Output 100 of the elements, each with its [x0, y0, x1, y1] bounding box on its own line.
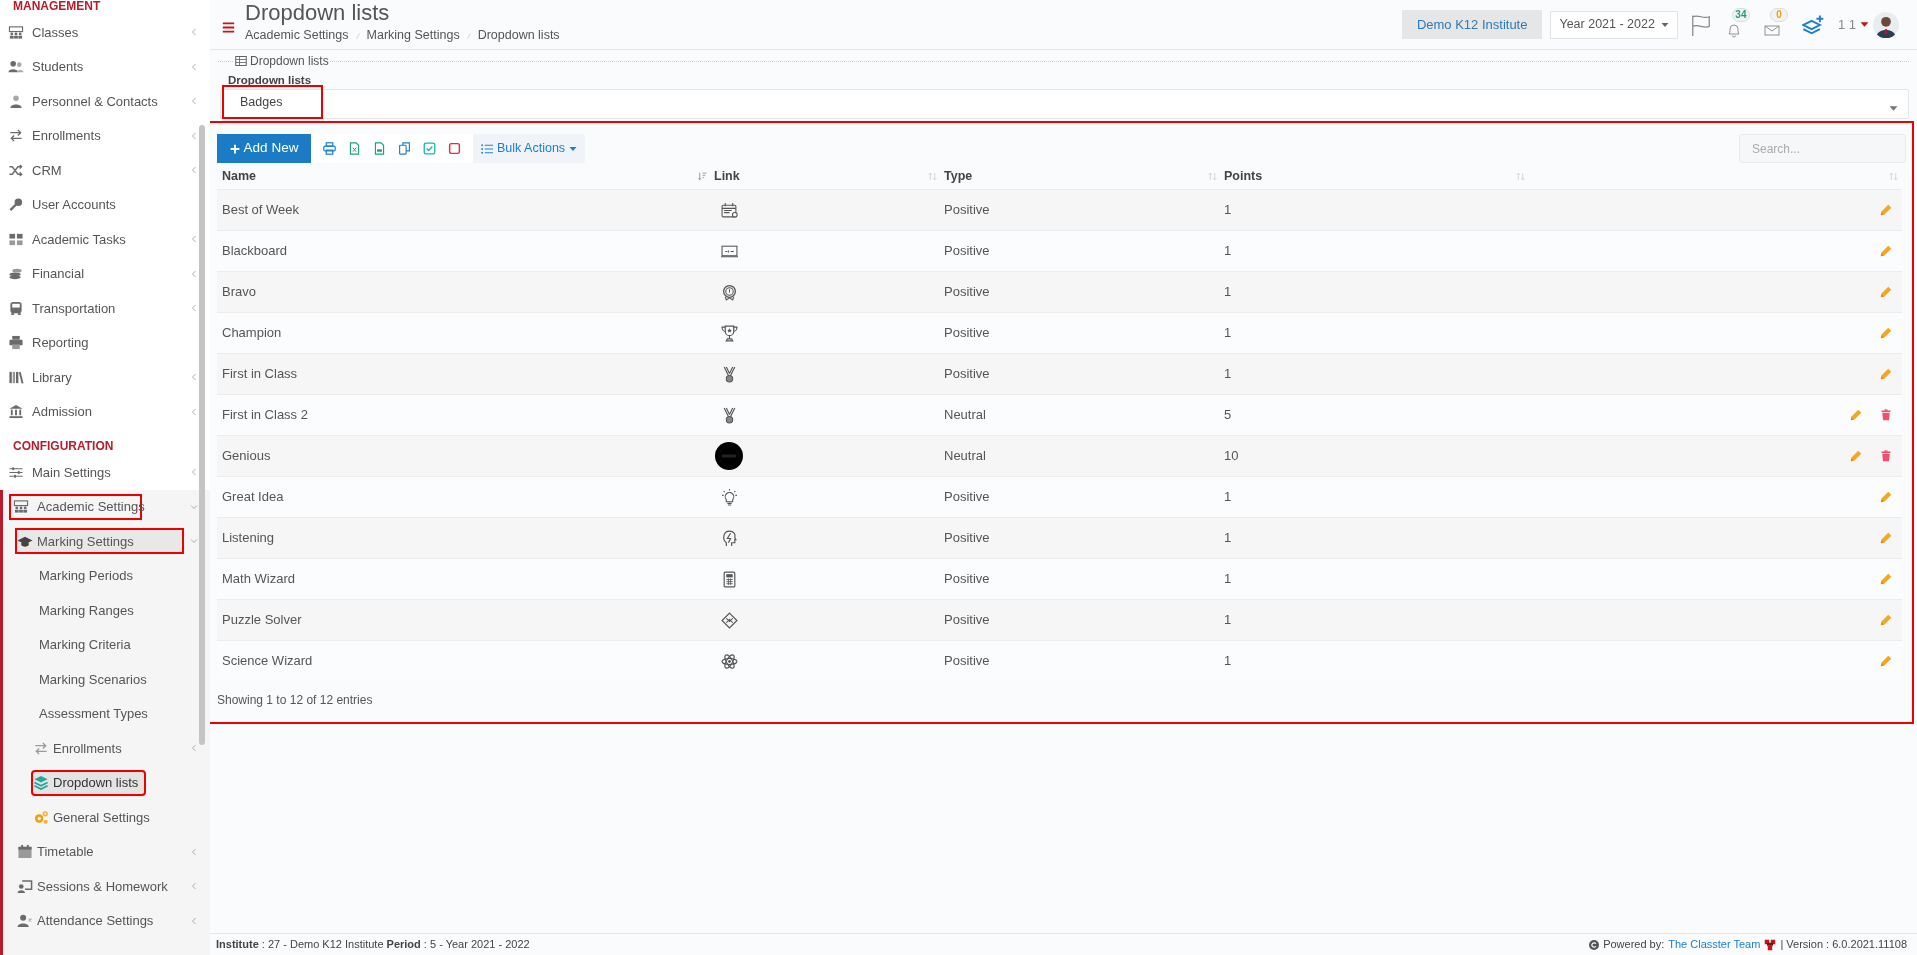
- sidebar-item[interactable]: Classes: [6, 19, 87, 46]
- users-icon: [8, 59, 24, 75]
- edit-pencil-icon[interactable]: [1850, 409, 1862, 421]
- column-header[interactable]: Type: [944, 166, 973, 186]
- table-cell: 1: [1224, 202, 1232, 218]
- sidebar-item[interactable]: Marking Criteria: [31, 631, 139, 658]
- sidebar-item[interactable]: General Settings: [31, 804, 158, 831]
- list-icon: [481, 142, 493, 155]
- sort-down-icon[interactable]: [698, 171, 707, 181]
- copy-icon[interactable]: [398, 142, 411, 155]
- breadcrumb-link[interactable]: Marking Settings: [366, 26, 460, 45]
- sidebar-item[interactable]: Main Settings: [6, 459, 119, 486]
- edit-pencil-icon[interactable]: [1880, 573, 1892, 585]
- delete-trash-icon[interactable]: [1880, 450, 1892, 462]
- tiles-icon: [8, 231, 24, 247]
- presentation-icon: [17, 878, 33, 894]
- sidebar-item[interactable]: Attendance Settings: [15, 907, 162, 934]
- scrollbar[interactable]: [199, 125, 205, 745]
- caret-down-icon: [569, 144, 578, 153]
- sidebar-item[interactable]: Enrollments: [6, 122, 109, 149]
- edit-pencil-icon[interactable]: [1880, 532, 1892, 544]
- sidebar-item[interactable]: Marking Settings: [15, 528, 184, 555]
- sort-icon[interactable]: [928, 171, 937, 181]
- sidebar-item[interactable]: Library: [6, 364, 80, 391]
- footer-info: Institute : 27 - Demo K12 Institute Period : 5 - Year 2021 - 2022: [216, 937, 530, 953]
- chevron-left-icon: [190, 847, 198, 856]
- edit-pencil-icon[interactable]: [1880, 286, 1892, 298]
- shuffle-icon: [8, 162, 24, 178]
- avatar-icon[interactable]: [1873, 11, 1899, 38]
- puzzle-diamond-icon: [721, 611, 738, 629]
- person-icon: [8, 93, 24, 109]
- table-cell: Genious: [222, 448, 271, 464]
- calculator-icon: [721, 570, 738, 588]
- sidebar-item[interactable]: Marking Scenarios: [31, 666, 155, 693]
- sidebar-item[interactable]: Reporting: [6, 329, 97, 356]
- sidebar-item[interactable]: Personnel & Contacts: [6, 88, 166, 115]
- edit-pencil-icon[interactable]: [1880, 614, 1892, 626]
- table-cell: Positive: [944, 530, 990, 546]
- delete-trash-icon[interactable]: [1880, 409, 1892, 421]
- table-cell: Positive: [944, 489, 990, 505]
- section-legend: Dropdown lists: [250, 54, 329, 68]
- powered-by-text: Powered by:: [1603, 937, 1665, 953]
- edit-pencil-icon[interactable]: [1880, 491, 1892, 503]
- table-cell: Blackboard: [222, 243, 288, 259]
- table-cell: Positive: [944, 612, 990, 628]
- institute-button[interactable]: Demo K12 Institute: [1401, 10, 1543, 39]
- add-new-button[interactable]: Add New: [217, 134, 311, 163]
- table-cell: 1: [1224, 366, 1232, 382]
- sidebar-item[interactable]: Marking Ranges: [31, 597, 142, 624]
- swap-arrows-icon: [8, 128, 24, 144]
- column-header[interactable]: Link: [714, 166, 740, 186]
- column-header[interactable]: Points: [1224, 166, 1263, 186]
- sidebar-item[interactable]: User Accounts: [6, 191, 124, 218]
- table-cell: First in Class: [222, 366, 298, 382]
- square-icon[interactable]: [448, 142, 461, 155]
- sidebar-item[interactable]: Admission: [6, 398, 100, 425]
- edit-pencil-icon[interactable]: [1850, 450, 1862, 462]
- table-info: Showing 1 to 12 of 12 entries: [217, 692, 373, 709]
- table-cell: 1: [1224, 284, 1232, 300]
- search-field[interactable]: Search...: [1739, 134, 1906, 163]
- section-heading: CONFIGURATION: [13, 438, 114, 455]
- edit-pencil-icon[interactable]: [1880, 204, 1892, 216]
- table-cell: Bravo: [222, 284, 256, 300]
- edit-pencil-icon[interactable]: [1880, 245, 1892, 257]
- sidebar-item[interactable]: Timetable: [15, 838, 102, 865]
- flag-icon[interactable]: [1689, 13, 1712, 36]
- caret-down-icon[interactable]: [1860, 20, 1869, 29]
- edit-pencil-icon[interactable]: [1880, 655, 1892, 667]
- sidebar-item[interactable]: Students: [6, 53, 92, 80]
- layers-plus-icon[interactable]: [1801, 13, 1824, 36]
- sidebar-item[interactable]: Marking Periods: [31, 562, 141, 589]
- sidebar-item[interactable]: Enrollments: [31, 735, 130, 762]
- sort-icon[interactable]: [1516, 171, 1525, 181]
- calendar-icon: [17, 844, 33, 860]
- sidebar-item[interactable]: Academic Tasks: [6, 226, 134, 253]
- field-label: Dropdown lists: [228, 73, 312, 87]
- sidebar-item[interactable]: Assessment Types: [31, 700, 156, 727]
- sidebar-item[interactable]: Transportation: [6, 295, 124, 322]
- print-icon[interactable]: [323, 142, 336, 155]
- chevron-left-icon: [190, 131, 198, 140]
- breadcrumb-link[interactable]: Academic Settings: [245, 26, 349, 45]
- chevron-left-icon: [190, 28, 198, 37]
- sort-icon[interactable]: [1889, 171, 1898, 181]
- excel-file-icon[interactable]: [348, 142, 361, 155]
- sidebar-item[interactable]: Financial: [6, 260, 93, 287]
- column-header[interactable]: Name: [222, 166, 257, 186]
- logo-icon: [1764, 938, 1777, 951]
- edit-pencil-icon[interactable]: [1880, 368, 1892, 380]
- sort-icon[interactable]: [1208, 171, 1217, 181]
- team-link[interactable]: The Classter Team: [1668, 936, 1761, 953]
- sidebar-item[interactable]: CRM: [6, 157, 70, 184]
- sidebar-item[interactable]: Sessions & Homework: [15, 873, 176, 900]
- menu-icon[interactable]: [222, 21, 235, 34]
- year-dropdown[interactable]: Year 2021 - 2022: [1550, 10, 1678, 39]
- bulk-actions-button[interactable]: Bulk Actions: [473, 134, 586, 163]
- csv-file-icon[interactable]: [373, 142, 386, 155]
- sidebar-item[interactable]: Dropdown lists: [31, 769, 147, 796]
- check-square-icon[interactable]: [423, 142, 436, 155]
- edit-pencil-icon[interactable]: [1880, 327, 1892, 339]
- table-icon: [235, 55, 247, 67]
